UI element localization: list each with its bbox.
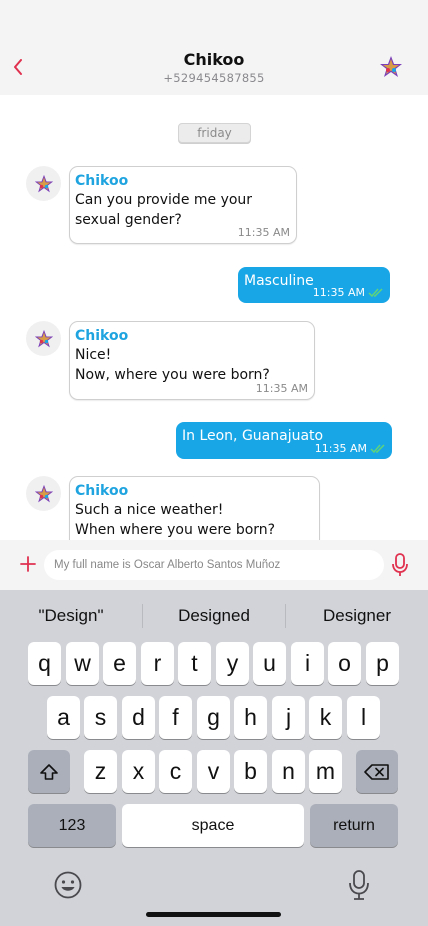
key-i[interactable]: i [291, 642, 324, 685]
incoming-message[interactable]: Chikoo Such a nice weather! When where y… [69, 476, 320, 540]
message-line: Nice! [75, 347, 112, 363]
dictation-button[interactable] [347, 870, 371, 900]
contact-phone: +529454587855 [163, 71, 265, 85]
key-r[interactable]: r [141, 642, 174, 685]
chat-header: Chikoo +529454587855 [0, 0, 428, 95]
incoming-message[interactable]: Chikoo Can you provide me your sexual ge… [69, 166, 297, 244]
message-composer [0, 540, 428, 590]
suggestion-item[interactable]: "Design" [0, 606, 142, 626]
key-g[interactable]: g [197, 696, 230, 739]
message-line: Can you provide me your [75, 192, 253, 208]
emoji-icon [54, 871, 82, 899]
key-n[interactable]: n [272, 750, 305, 793]
suggestion-item[interactable]: Designed [143, 606, 285, 626]
delete-key[interactable] [356, 750, 398, 793]
key-t[interactable]: t [178, 642, 211, 685]
double-check-icon [368, 287, 383, 297]
key-p[interactable]: p [366, 642, 399, 685]
voice-message-button[interactable] [391, 553, 409, 577]
key-b[interactable]: b [234, 750, 267, 793]
backspace-icon [364, 763, 389, 780]
emoji-button[interactable] [53, 870, 83, 900]
outgoing-message[interactable]: Masculine 11:35 AM [238, 267, 390, 303]
key-o[interactable]: o [328, 642, 361, 685]
key-y[interactable]: y [216, 642, 249, 685]
star-logo-icon [380, 56, 402, 77]
key-a[interactable]: a [47, 696, 80, 739]
date-separator: friday [178, 123, 251, 143]
star-logo-icon [34, 174, 53, 192]
key-u[interactable]: u [253, 642, 286, 685]
key-w[interactable]: w [66, 642, 99, 685]
bot-avatar [26, 321, 61, 356]
space-key[interactable]: space [122, 804, 304, 847]
message-sender: Chikoo [75, 173, 129, 189]
key-f[interactable]: f [159, 696, 192, 739]
message-time: 11:35 AM [255, 382, 308, 395]
on-screen-keyboard: "Design" Designed Designer q w e r t y u… [0, 590, 428, 926]
microphone-icon [392, 553, 408, 576]
key-h[interactable]: h [234, 696, 267, 739]
message-list[interactable]: friday Chikoo Can you provide me your se… [0, 95, 428, 540]
home-indicator[interactable] [146, 912, 281, 917]
outgoing-message[interactable]: In Leon, Guanajuato 11:35 AM [176, 422, 392, 459]
bot-avatar [26, 166, 61, 201]
key-v[interactable]: v [197, 750, 230, 793]
contact-name: Chikoo [183, 50, 245, 69]
message-time: 11:35 AM [314, 442, 367, 455]
contact-avatar[interactable] [376, 52, 406, 82]
key-s[interactable]: s [84, 696, 117, 739]
attach-button[interactable] [18, 554, 38, 574]
bot-avatar [26, 476, 61, 511]
plus-icon [20, 556, 36, 572]
key-k[interactable]: k [309, 696, 342, 739]
shift-icon [40, 763, 58, 780]
key-m[interactable]: m [309, 750, 342, 793]
star-logo-icon [34, 484, 53, 502]
double-check-icon [370, 443, 385, 453]
message-time: 11:35 AM [237, 226, 290, 239]
suggestion-item[interactable]: Designer [286, 606, 428, 626]
microphone-icon [349, 870, 369, 900]
message-line: Such a nice weather! [75, 502, 224, 518]
message-sender: Chikoo [75, 328, 129, 344]
shift-key[interactable] [28, 750, 70, 793]
key-d[interactable]: d [122, 696, 155, 739]
key-q[interactable]: q [28, 642, 61, 685]
message-input[interactable] [44, 550, 384, 580]
key-l[interactable]: l [347, 696, 380, 739]
message-meta: 11:35 AM [315, 442, 386, 455]
key-j[interactable]: j [272, 696, 305, 739]
key-c[interactable]: c [159, 750, 192, 793]
message-time: 11:35 AM [312, 286, 365, 299]
key-z[interactable]: z [84, 750, 117, 793]
key-e[interactable]: e [103, 642, 136, 685]
key-x[interactable]: x [122, 750, 155, 793]
message-meta: 11:35 AM [313, 286, 384, 299]
numbers-key[interactable]: 123 [28, 804, 116, 847]
incoming-message[interactable]: Chikoo Nice! Now, where you were born? 1… [69, 321, 315, 400]
return-key[interactable]: return [310, 804, 398, 847]
message-sender: Chikoo [75, 483, 129, 499]
predictive-bar: "Design" Designed Designer [0, 590, 428, 642]
message-line: When where you were born? [75, 522, 276, 538]
star-logo-icon [34, 329, 53, 347]
